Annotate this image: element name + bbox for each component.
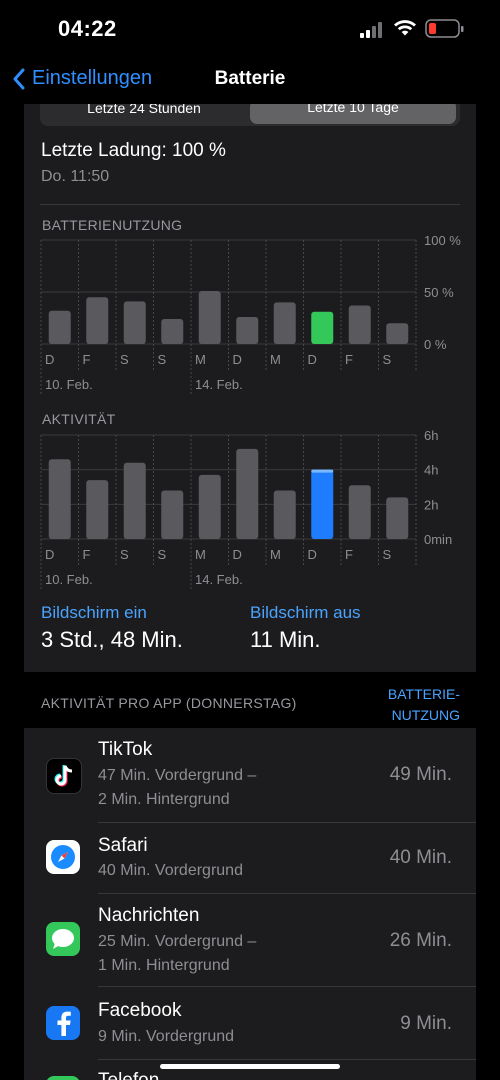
battery-bar	[236, 316, 259, 344]
app-detail-line1: 25 Min. Vordergrund –	[98, 933, 257, 950]
battery-icon	[425, 19, 464, 38]
screen-off-value: 11 Min.	[250, 627, 321, 652]
battery-xtick-label: M	[195, 352, 206, 367]
battery-xtick-label: M	[270, 352, 281, 367]
app-row-messages[interactable]: Nachrichten 25 Min. Vordergrund – 1 Min.…	[24, 894, 476, 986]
safari-icon	[46, 840, 80, 874]
activity-bar	[348, 485, 371, 539]
screen-off-label: Bildschirm aus	[250, 603, 361, 622]
activity-bar	[86, 480, 109, 539]
battery-usage-chart: 100 % 50 % 0 % D F S S M D M D F S 10. Feb. 14. Feb.	[40, 233, 461, 394]
activity-xtick-label: M	[270, 547, 281, 562]
status-bar: 04:22	[0, 0, 500, 60]
app-detail-line1: 47 Min. Vordergrund –	[98, 767, 257, 784]
activity-xtick-label: S	[383, 547, 392, 562]
battery-date-label: 14. Feb.	[195, 377, 243, 392]
battery-xtick-label: D	[45, 352, 54, 367]
battery-xtick-label: F	[83, 352, 91, 367]
app-detail-line2: 1 Min. Hintergrund	[98, 957, 230, 974]
battery-xtick-label: D	[308, 352, 317, 367]
battery-bar	[86, 297, 109, 344]
app-name: TikTok	[98, 739, 153, 760]
battery-ytick-label: 50 %	[424, 285, 454, 300]
app-detail-line1: 9 Min. Vordergrund	[98, 1028, 235, 1045]
battery-xtick-label: F	[345, 352, 353, 367]
battery-bar	[386, 323, 409, 344]
activity-bar	[48, 459, 71, 539]
sort-label-line2: NUTZUNG	[391, 707, 460, 723]
battery-ytick-label: 100 %	[424, 233, 461, 248]
app-row-phone[interactable]: Telefon	[24, 1060, 476, 1080]
battery-date-label: 10. Feb.	[45, 377, 93, 392]
app-detail-line1: 40 Min. Vordergrund	[98, 862, 243, 879]
app-usage-value: 40 Min.	[389, 847, 452, 868]
page-title-overlay: Batterie	[214, 68, 286, 89]
activity-xtick-label: D	[308, 547, 317, 562]
messages-icon	[46, 922, 80, 956]
phone-icon	[46, 1076, 80, 1080]
activity-bar-cap	[311, 469, 334, 473]
screen-on-value: 3 Std., 48 Min.	[41, 627, 183, 652]
activity-xtick-label: D	[45, 547, 54, 562]
app-activity-title: AKTIVITÄT PRO APP (DONNERSTAG)	[41, 695, 297, 711]
activity-bar	[311, 469, 334, 539]
battery-bar	[48, 310, 71, 344]
activity-bar	[273, 490, 296, 539]
activity-bar	[123, 462, 146, 539]
activity-chart: 6h 4h 2h 0min D F S S M D M D F S 10. Feb. 14. Feb.	[40, 428, 452, 589]
activity-xtick-label: S	[120, 547, 129, 562]
app-row-tiktok[interactable]: TikTok 47 Min. Vordergrund – 2 Min. Hint…	[24, 730, 476, 822]
battery-bar	[311, 311, 334, 344]
battery-xtick-label: S	[158, 352, 167, 367]
battery-bar	[348, 305, 371, 344]
activity-ytick-label: 4h	[424, 463, 438, 478]
wifi-icon	[394, 20, 416, 36]
battery-xtick-label: D	[233, 352, 242, 367]
activity-date-label: 14. Feb.	[195, 572, 243, 587]
battery-bar	[198, 290, 221, 344]
app-name: Nachrichten	[98, 905, 200, 926]
battery-xtick-label: S	[120, 352, 129, 367]
battery-bar	[123, 301, 146, 344]
sort-label-line1: BATTERIE-	[387, 686, 460, 702]
battery-bar	[161, 319, 184, 344]
app-name: Telefon	[98, 1070, 159, 1080]
activity-ytick-label: 2h	[424, 497, 438, 512]
activity-date-label: 10. Feb.	[45, 572, 93, 587]
activity-bar	[198, 474, 221, 539]
activity-bar	[236, 448, 259, 539]
battery-xtick-label: S	[383, 352, 392, 367]
app-usage-value: 26 Min.	[389, 930, 452, 951]
divider	[40, 204, 460, 205]
activity-xtick-label: M	[195, 547, 206, 562]
app-row-facebook[interactable]: Facebook 9 Min. Vordergrund 9 Min.	[24, 987, 476, 1059]
battery-ytick-label: 0 %	[424, 337, 447, 352]
app-usage-value: 9 Min.	[400, 1013, 452, 1034]
app-usage-value: 49 Min.	[389, 764, 452, 785]
activity-bar	[386, 497, 409, 539]
last-charge-time: Do. 11:50	[41, 168, 110, 185]
activity-xtick-label: F	[83, 547, 91, 562]
home-indicator[interactable]	[160, 1064, 340, 1069]
app-name: Safari	[98, 835, 148, 856]
activity-bar	[161, 490, 184, 539]
activity-xtick-label: F	[345, 547, 353, 562]
tiktok-icon	[46, 758, 82, 794]
activity-ytick-label: 6h	[424, 428, 438, 443]
facebook-icon	[46, 1006, 80, 1040]
activity-xtick-label: D	[233, 547, 242, 562]
app-name: Facebook	[98, 1000, 182, 1021]
cellular-signal-icon	[360, 22, 382, 38]
app-row-safari[interactable]: Safari 40 Min. Vordergrund 40 Min.	[24, 823, 476, 893]
battery-bar	[273, 302, 296, 344]
app-detail-line2: 2 Min. Hintergrund	[98, 791, 230, 808]
activity-ytick-label: 0min	[424, 532, 452, 547]
activity-xtick-label: S	[158, 547, 167, 562]
screen-on-label: Bildschirm ein	[41, 603, 147, 622]
sort-battery-usage-button[interactable]: BATTERIE- NUTZUNG	[380, 684, 460, 726]
status-time: 04:22	[58, 16, 117, 41]
last-charge-label: Letzte Ladung: 100 %	[41, 140, 226, 161]
